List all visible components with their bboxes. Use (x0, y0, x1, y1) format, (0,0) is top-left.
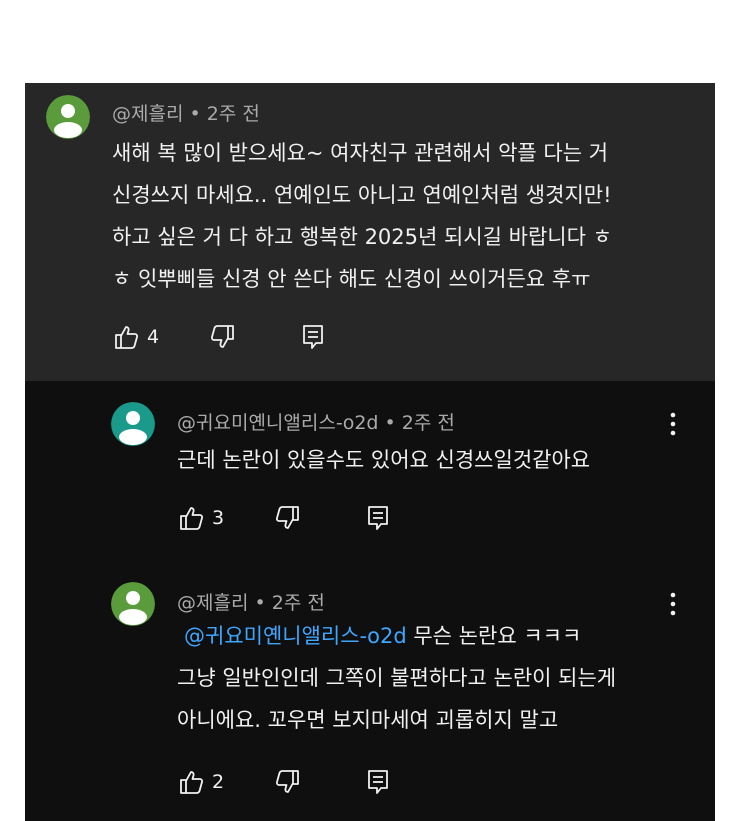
comment-line: @귀요미옌니앨리스-o2d 무슨 논란요 ㅋㅋㅋ (177, 615, 616, 657)
reply-icon (303, 325, 323, 349)
author-name[interactable]: @제흘리 (112, 103, 183, 125)
avatar[interactable] (46, 95, 90, 139)
meta-separator: • (189, 103, 207, 125)
more-vert-icon[interactable] (667, 591, 679, 617)
thumbs-up-icon (180, 507, 204, 530)
like-count: 3 (212, 507, 225, 529)
like-button[interactable]: 2 (177, 768, 224, 796)
comment-line: ㅎ 잇뿌삐들 신경 안 쓴다 해도 신경이 쓰이거든요 후ㅠ (112, 267, 591, 291)
comment-line: 아니에요. 꼬우면 보지마세여 괴롭히지 말고 (177, 708, 559, 732)
thumbs-down-icon (211, 325, 234, 348)
comment-meta: @제흘리 • 2주 전 (112, 99, 260, 126)
like-button[interactable]: 3 (177, 504, 224, 532)
like-button[interactable]: 4 (112, 323, 159, 351)
meta-separator: • (254, 592, 272, 614)
comment-text: 근데 논란이 있을수도 있어요 신경쓰일것같아요 (177, 439, 590, 481)
comment-actions: 2 (177, 768, 391, 796)
reply-button[interactable] (300, 323, 326, 351)
like-count: 2 (212, 771, 225, 793)
thumbs-up-icon (180, 771, 204, 794)
dislike-button[interactable] (274, 504, 302, 532)
author-name[interactable]: @귀요미옌니앨리스-o2d (177, 412, 378, 434)
dislike-button[interactable] (274, 768, 302, 796)
comment-actions: 3 (177, 504, 391, 532)
comment-line: 근데 논란이 있을수도 있어요 신경쓰일것같아요 (177, 448, 591, 472)
reply-icon (368, 506, 388, 530)
mention-link[interactable]: @귀요미옌니앨리스-o2d (184, 624, 407, 648)
meta-separator: • (384, 412, 402, 434)
comment-line: 하고 싶은 거 다 하고 행복한 2025년 되시길 바랍니다 ㅎ (112, 225, 612, 249)
comment-line: 신경쓰지 마세요.. 연예인도 아니고 연예인처럼 생겻지만! (112, 183, 612, 207)
comments-panel: @제흘리 • 2주 전 새해 복 많이 받으세요~ 여자친구 관련해서 악플 다… (25, 83, 715, 821)
comment-line: 그냥 일반인인데 그쪽이 불편하다고 논란이 되는게 (177, 666, 617, 690)
reply-icon (368, 770, 388, 794)
comment-line-rest: 무슨 논란요 ㅋㅋㅋ (406, 624, 582, 648)
comment-meta: @귀요미옌니앨리스-o2d • 2주 전 (177, 408, 455, 435)
dislike-button[interactable] (209, 323, 237, 351)
comment-text: @귀요미옌니앨리스-o2d 무슨 논란요 ㅋㅋㅋ 그냥 일반인인데 그쪽이 불편… (177, 615, 616, 741)
reply-button[interactable] (365, 504, 391, 532)
thumbs-down-icon (276, 770, 299, 793)
author-name[interactable]: @제흘리 (177, 592, 248, 614)
comment-text: 새해 복 많이 받으세요~ 여자친구 관련해서 악플 다는 거 신경쓰지 마세요… (112, 132, 612, 300)
reply-button[interactable] (365, 768, 391, 796)
avatar[interactable] (111, 582, 155, 626)
timestamp: 2주 전 (206, 103, 260, 125)
like-count: 4 (147, 326, 160, 348)
thumbs-down-icon (276, 506, 299, 529)
avatar[interactable] (111, 402, 155, 446)
timestamp: 2주 전 (401, 412, 455, 434)
timestamp: 2주 전 (271, 592, 325, 614)
comment-actions: 4 (112, 323, 326, 351)
more-vert-icon[interactable] (667, 411, 679, 437)
thumbs-up-icon (115, 326, 139, 349)
comment-line: 새해 복 많이 받으세요~ 여자친구 관련해서 악플 다는 거 (112, 141, 609, 165)
comment-meta: @제흘리 • 2주 전 (177, 588, 325, 615)
